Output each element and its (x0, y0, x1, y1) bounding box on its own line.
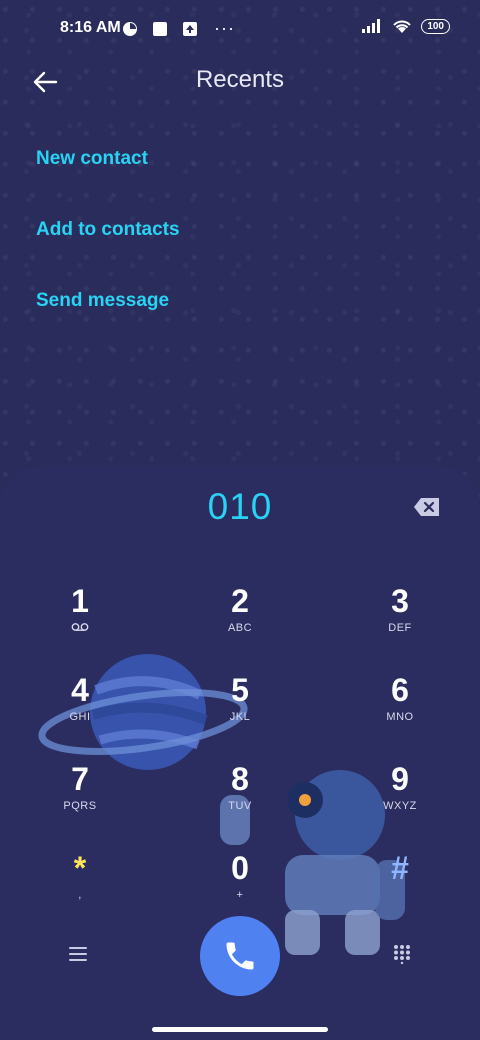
dialpad-key-5[interactable]: 5 JKL (170, 673, 310, 753)
key-digit: 8 (231, 761, 249, 797)
key-digit: # (391, 850, 409, 886)
key-letters: WXYZ (383, 800, 417, 812)
send-message-link[interactable]: Send message (36, 290, 169, 312)
backspace-icon[interactable] (413, 496, 441, 518)
key-letters: PQRS (63, 800, 97, 812)
key-letters: + (236, 889, 244, 901)
dialpad-toggle-icon[interactable] (392, 944, 412, 964)
dialpad-key-3[interactable]: 3 DEF (330, 584, 470, 664)
signal-icon (362, 19, 381, 33)
key-letters: , (78, 889, 82, 901)
key-digit: 6 (391, 672, 409, 708)
dialpad-key-star[interactable]: * , (10, 851, 150, 931)
status-time: 8:16 AM (60, 19, 121, 36)
key-letters: JKL (229, 711, 251, 723)
key-digit: 3 (391, 583, 409, 619)
square-notification-icon (153, 21, 167, 36)
key-digit: * (73, 850, 87, 886)
dialpad-key-2[interactable]: 2 ABC (170, 584, 310, 664)
home-indicator[interactable] (152, 1027, 328, 1032)
key-letters: DEF (388, 622, 412, 634)
dialpad-key-1[interactable]: 1 (10, 584, 150, 664)
dialpad-key-6[interactable]: 6 MNO (330, 673, 470, 753)
add-to-contacts-link[interactable]: Add to contacts (36, 219, 180, 241)
key-digit: 9 (391, 761, 409, 797)
key-letters: GHI (69, 711, 91, 723)
dialed-number: 010 (207, 486, 273, 527)
key-digit: 4 (71, 672, 89, 708)
phone-icon (226, 942, 254, 970)
key-letters: TUV (228, 800, 252, 812)
key-digit: 1 (71, 583, 89, 619)
app-notification-icon (123, 21, 137, 36)
battery-indicator: 100 (421, 18, 450, 34)
call-button[interactable] (200, 916, 280, 996)
dialpad-key-8[interactable]: 8 TUV (170, 762, 310, 842)
key-digit: 7 (71, 761, 89, 797)
key-digit: 2 (231, 583, 249, 619)
page-title: Recents (195, 66, 285, 93)
dialpad-key-9[interactable]: 9 WXYZ (330, 762, 470, 842)
dialpad-key-4[interactable]: 4 GHI (10, 673, 150, 753)
status-system-icons: 100 (361, 18, 450, 34)
status-bar: 8:16 AM ··· 100 (0, 0, 480, 56)
dialpad-key-7[interactable]: 7 PQRS (10, 762, 150, 842)
more-notifications-icon: ··· (214, 18, 235, 38)
dialpad-key-hash[interactable]: # (330, 851, 470, 931)
voicemail-icon (71, 623, 89, 631)
upload-notification-icon (183, 21, 197, 36)
key-digit: 5 (231, 672, 249, 708)
key-digit: 0 (231, 850, 249, 886)
status-notification-icons: ··· (122, 18, 235, 39)
wifi-icon (393, 20, 412, 33)
key-letters: ABC (227, 622, 253, 634)
new-contact-link[interactable]: New contact (36, 148, 148, 170)
key-letters: MNO (386, 711, 414, 723)
menu-icon[interactable] (68, 944, 88, 964)
